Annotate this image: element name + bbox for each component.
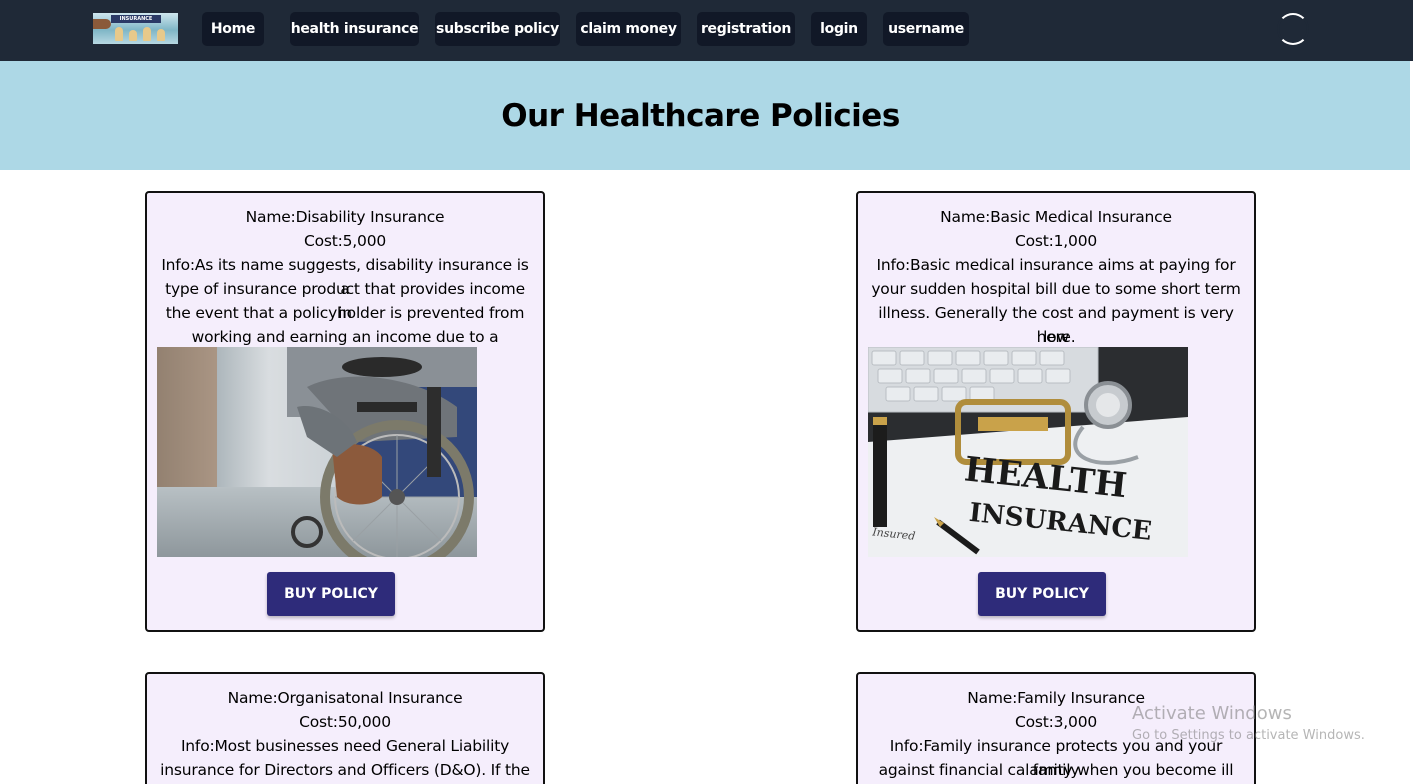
logo-family-figure <box>129 30 137 41</box>
logo-family-figure <box>115 27 123 41</box>
activate-windows-title: Activate Windows <box>1132 703 1292 724</box>
nav-login-button[interactable]: login <box>811 12 867 46</box>
policy-cost: Cost:5,000 <box>303 232 387 250</box>
activate-windows-subtitle: Go to Settings to activate Windows. <box>1132 728 1365 743</box>
policy-info-line: insurance for Directors and Officers (D&… <box>160 761 530 779</box>
policy-cost: Cost:50,000 <box>299 713 391 731</box>
top-navbar: INSURANCE Home health insurance subscrib… <box>0 0 1413 61</box>
user-avatar-icon[interactable] <box>1277 13 1309 45</box>
policy-info-line: against financial calamity when you beco… <box>878 761 1234 779</box>
policy-info-line: Info:Most businesses need General Liabil… <box>180 737 510 755</box>
policy-info-line: Info:Basic medical insurance aims at pay… <box>876 256 1236 274</box>
policy-info-line: your sudden hospital bill due to some sh… <box>871 280 1241 298</box>
page-title: Our Healthcare Policies <box>501 98 900 134</box>
logo-hand-graphic <box>93 19 111 29</box>
policy-name: Name:Basic Medical Insurance <box>940 208 1172 226</box>
nav-claim-money-button[interactable]: claim money <box>576 12 681 46</box>
buy-policy-button[interactable]: BUY POLICY <box>267 572 395 616</box>
nav-subscribe-policy-button[interactable]: subscribe policy <box>435 12 560 46</box>
policy-card-disability: Name:Disability Insurance Cost:5,000 Inf… <box>145 191 545 632</box>
insurance-logo[interactable]: INSURANCE <box>93 13 178 44</box>
nav-username-button[interactable]: username <box>883 12 969 46</box>
policy-info-line: the event that a policyholder is prevent… <box>165 304 525 322</box>
policy-name: Name:Organisatonal Insurance <box>227 689 463 707</box>
policy-info-line: here. <box>1036 328 1076 346</box>
health-insurance-photo: HEALTH INSURANCE Insured <box>868 347 1188 557</box>
wheelchair-illustration <box>157 347 477 557</box>
policy-card-basic-medical: Name:Basic Medical Insurance Cost:1,000 … <box>856 191 1256 632</box>
nav-home-button[interactable]: Home <box>202 12 264 46</box>
nav-health-insurance-button[interactable]: health insurance <box>290 12 419 46</box>
policy-cost: Cost:1,000 <box>1014 232 1098 250</box>
logo-banner-text: INSURANCE <box>111 15 161 23</box>
logo-family-figure <box>157 29 165 41</box>
policy-name: Name:Disability Insurance <box>245 208 445 226</box>
buy-policy-button[interactable]: BUY POLICY <box>978 572 1106 616</box>
policy-card-organisational: Name:Organisatonal Insurance Cost:50,000… <box>145 672 545 784</box>
wheelchair-photo <box>157 347 477 557</box>
logo-family-figure <box>143 27 151 41</box>
health-insurance-illustration: HEALTH INSURANCE Insured <box>868 347 1188 557</box>
hero-banner: Our Healthcare Policies <box>0 61 1410 170</box>
nav-registration-button[interactable]: registration <box>697 12 795 46</box>
